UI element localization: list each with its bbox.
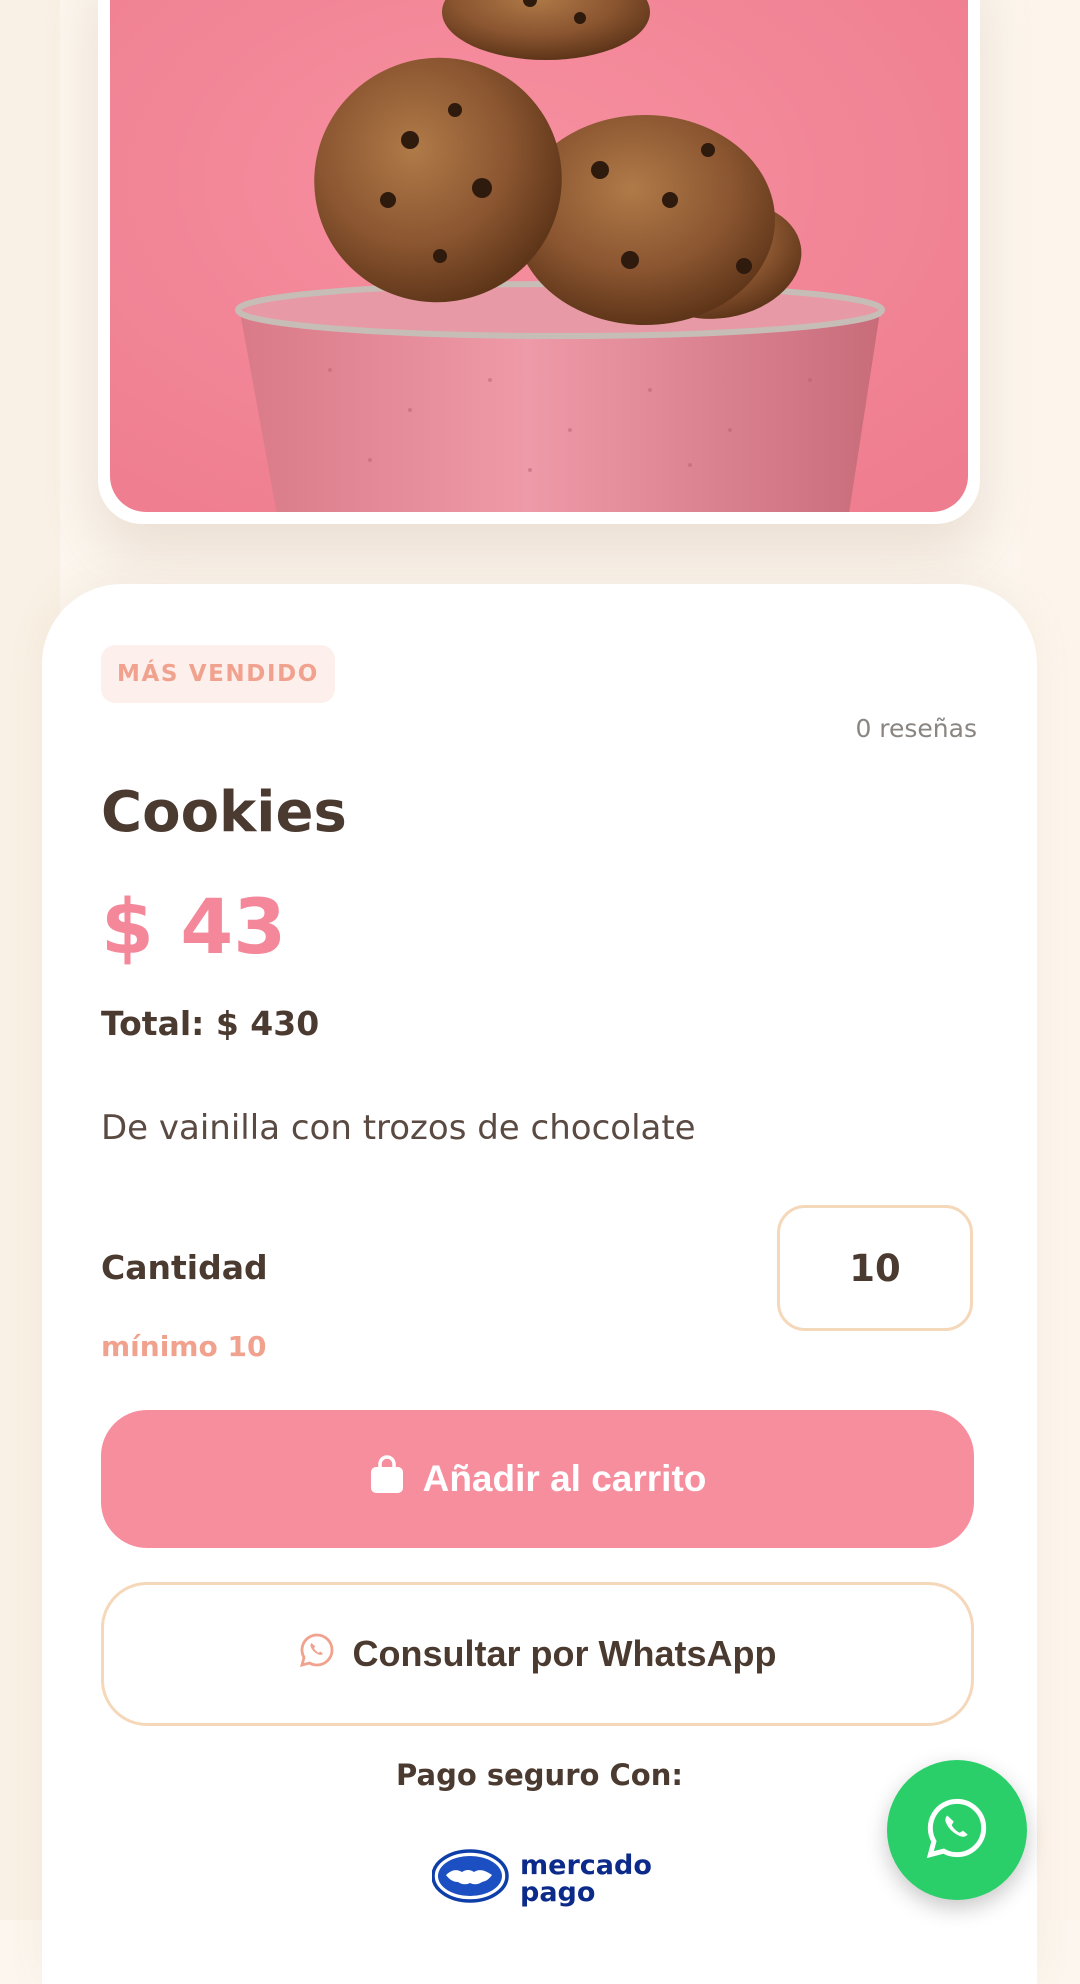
- floating-whatsapp-button[interactable]: [887, 1760, 1027, 1900]
- product-title: Cookies: [101, 780, 347, 845]
- total-price: Total: $ 430: [101, 1004, 320, 1043]
- whatsapp-button-label: Consultar por WhatsApp: [352, 1633, 777, 1674]
- best-seller-badge: MÁS VENDIDO: [101, 645, 335, 703]
- add-to-cart-label: Añadir al carrito: [422, 1458, 707, 1499]
- quantity-input[interactable]: [777, 1205, 973, 1331]
- whatsapp-icon: [925, 1796, 989, 1864]
- quantity-label: Cantidad: [101, 1248, 268, 1287]
- reviews-count[interactable]: 0 reseñas: [855, 714, 977, 743]
- mercado-pago-line2: pago: [520, 1877, 595, 1908]
- product-price: $ 43: [101, 882, 287, 971]
- product-info-card: MÁS VENDIDO 0 reseñas Cookies $ 43 Total…: [42, 584, 1037, 1984]
- product-image[interactable]: [110, 0, 968, 512]
- product-description: De vainilla con trozos de chocolate: [101, 1108, 696, 1148]
- mercado-pago-logo: mercado pago: [431, 1842, 652, 1912]
- add-to-cart-button[interactable]: Añadir al carrito: [101, 1410, 974, 1548]
- whatsapp-inquiry-button[interactable]: Consultar por WhatsApp: [101, 1582, 974, 1726]
- whatsapp-icon: [299, 1632, 335, 1677]
- cookies-bowl-illustration: [110, 0, 968, 512]
- secure-payment-label: Pago seguro Con:: [396, 1758, 683, 1792]
- shopping-bag-icon: [369, 1454, 405, 1504]
- minimum-quantity-note: mínimo 10: [101, 1330, 267, 1363]
- product-image-frame: [98, 0, 980, 524]
